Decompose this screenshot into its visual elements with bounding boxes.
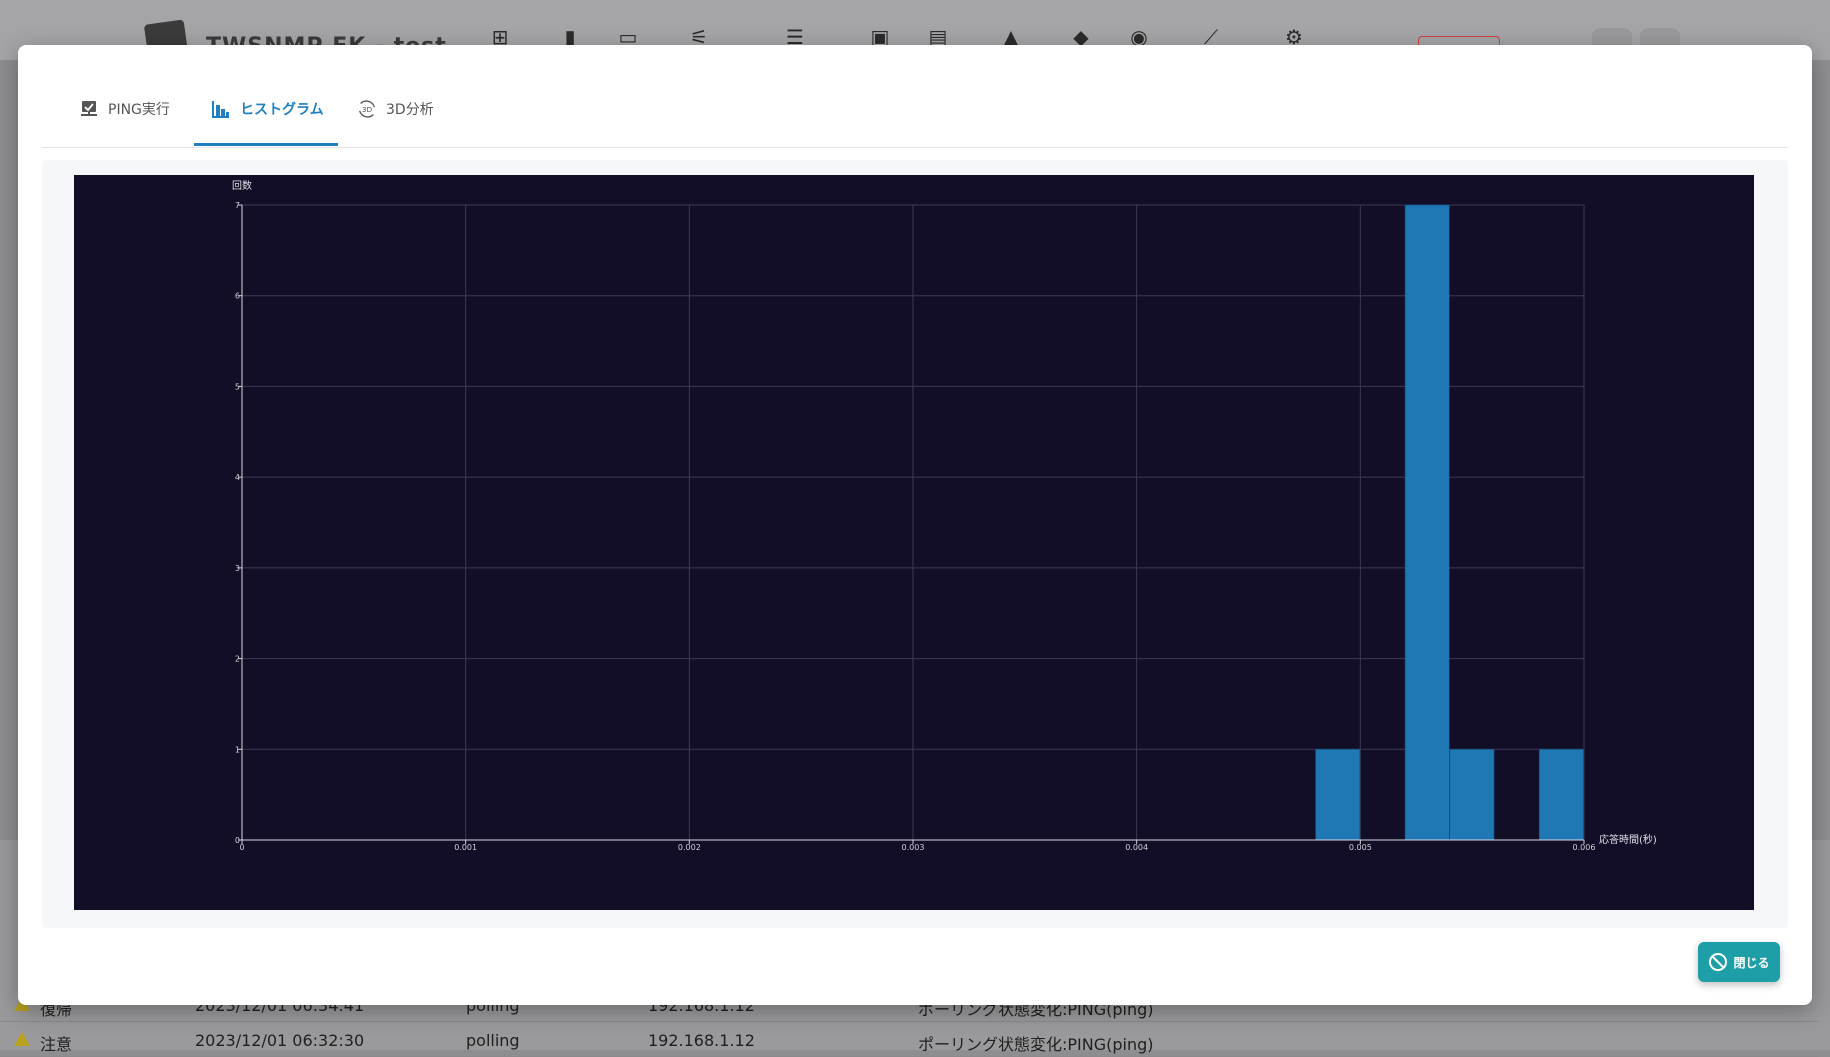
histogram-bar [1449, 748, 1495, 841]
3d-rotate-icon: 3D [356, 98, 378, 120]
tab-3d[interactable]: 3D 3D分析 [356, 73, 434, 145]
log-time: 2023/12/01 06:32:30 [195, 1031, 365, 1050]
close-button-label: 閉じる [1733, 955, 1770, 970]
tab-ping[interactable]: PING実行 [78, 73, 170, 145]
x-axis-label: 応答時間(秒) [1599, 833, 1657, 846]
x-tick-label: 0.001 [454, 843, 477, 852]
ping-monitor-icon [78, 98, 100, 120]
y-axis-label: 回数 [232, 179, 252, 192]
cancel-icon [1709, 953, 1728, 971]
tab-ping-label: PING実行 [108, 102, 170, 118]
x-tick-label: 0.002 [678, 843, 701, 852]
histogram-bar [1404, 204, 1450, 841]
log-ip: 192.168.1.12 [648, 1031, 755, 1050]
x-tick-label: 0 [239, 843, 244, 852]
y-tick-label: 2 [235, 655, 240, 664]
y-tick-label: 5 [235, 382, 240, 391]
y-tick-label: 3 [235, 564, 240, 573]
y-tick-label: 6 [235, 292, 240, 301]
y-tick-label: 1 [235, 745, 240, 754]
log-type: polling [466, 1031, 520, 1050]
bar-chart-icon [210, 98, 232, 120]
histogram-bar [1315, 748, 1361, 841]
x-tick-label: 0.004 [1125, 843, 1148, 852]
log-level: 注意 [40, 1035, 73, 1054]
table-row[interactable]: 注意 2023/12/01 06:32:30 polling 192.168.1… [0, 1022, 1818, 1057]
close-button[interactable]: 閉じる [1698, 942, 1780, 982]
histogram-chart: 0 1 2 3 4 5 6 7 0 0.001 0.002 0.003 0.004 0.005 0.006 回… [74, 175, 1754, 910]
log-message: ポーリング状態変化:PING(ping) [918, 1035, 1154, 1054]
y-tick-label: 4 [235, 473, 240, 482]
tab-bar: PING実行 ヒストグラム 3D 3D分析 [42, 73, 1788, 148]
x-tick-label: 0.005 [1349, 843, 1372, 852]
tab-3d-label: 3D分析 [386, 102, 434, 118]
tab-histogram-label: ヒストグラム [240, 102, 324, 118]
histogram-svg: 012345670 0.001 0.002 0.003 0.004 0.005 0.006回… [232, 179, 1657, 852]
warning-icon [14, 1032, 30, 1046]
svg-text:3D: 3D [362, 105, 373, 114]
y-tick-label: 7 [235, 201, 240, 210]
tab-histogram[interactable]: ヒストグラム [194, 73, 338, 146]
x-tick-label: 0.006 [1573, 843, 1596, 852]
x-tick-label: 0.003 [902, 843, 925, 852]
histogram-bar [1538, 748, 1584, 841]
